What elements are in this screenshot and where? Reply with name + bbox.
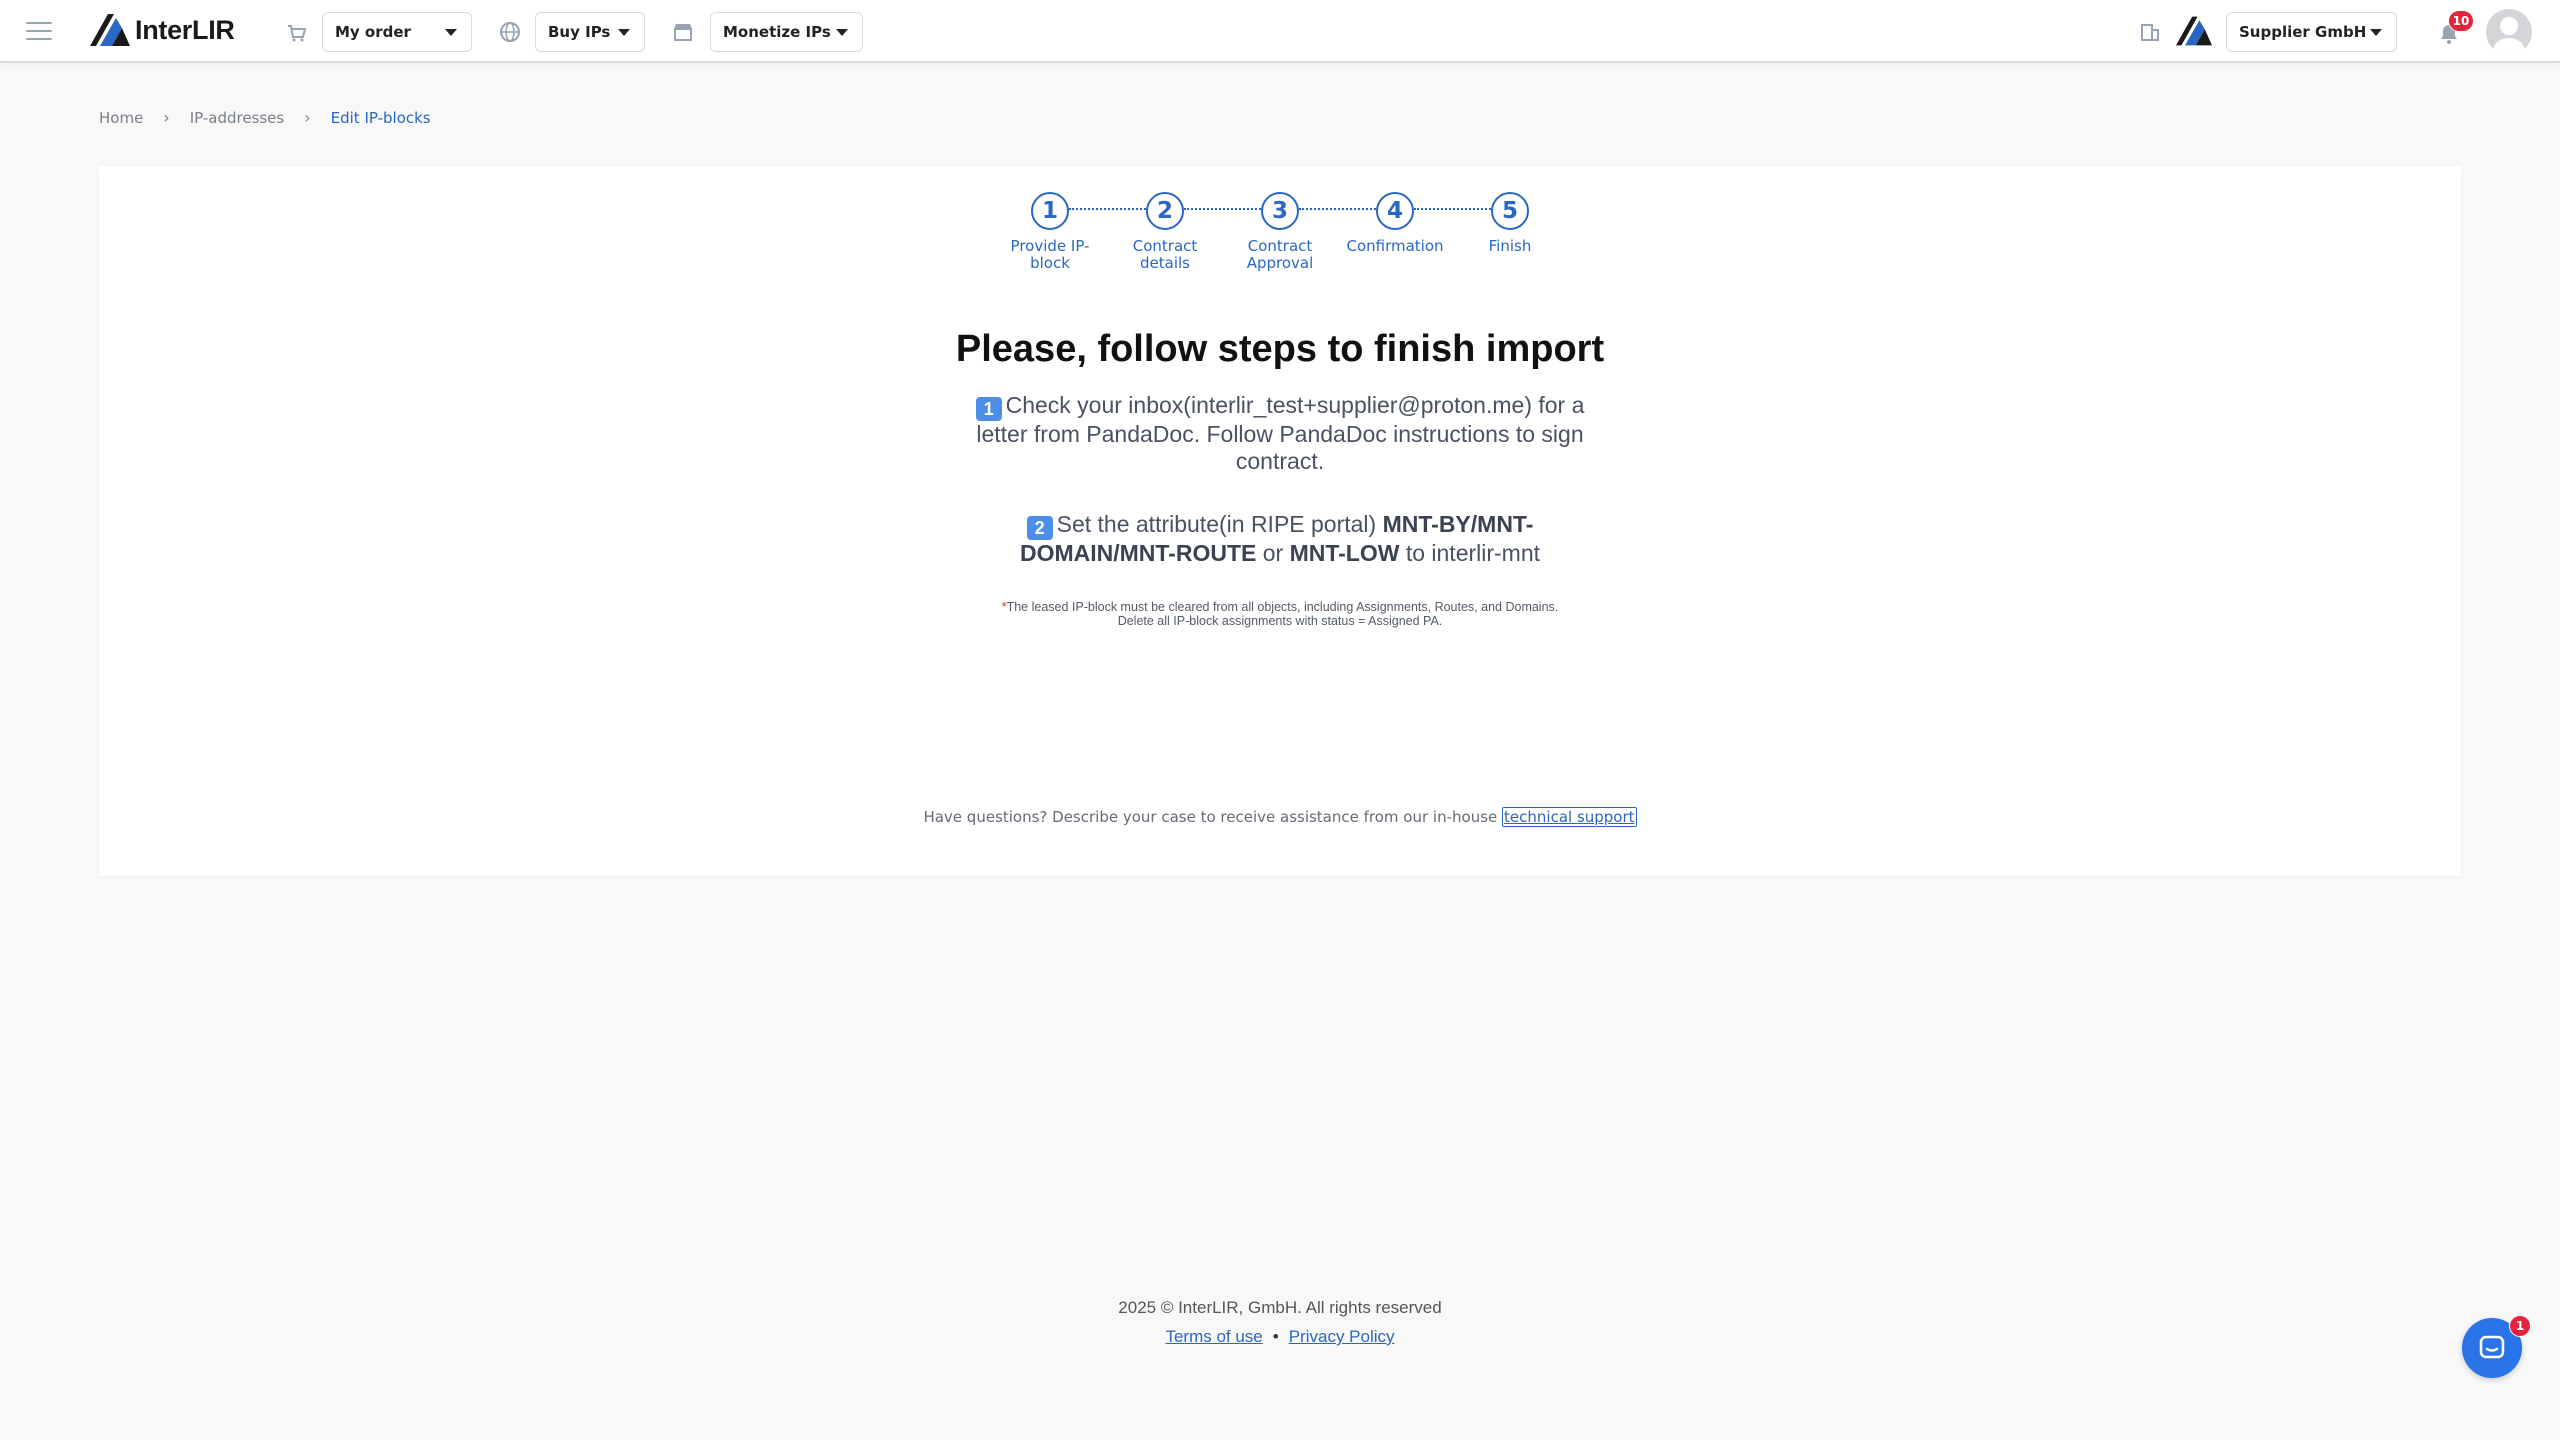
chevron-down-icon	[836, 29, 848, 36]
logo-icon	[90, 14, 130, 46]
menu-icon[interactable]	[26, 22, 52, 42]
help-text: Have questions? Describe your case to re…	[0, 807, 2560, 827]
my-order-dropdown[interactable]: My order	[322, 12, 472, 52]
cleanup-note: *The leased IP-block must be cleared fro…	[0, 600, 2560, 628]
globe-icon	[498, 20, 522, 44]
keycap-two-icon: 2	[1026, 516, 1053, 540]
step-number: 5	[1491, 192, 1529, 230]
store-icon	[671, 20, 695, 44]
note-line-2: Delete all IP-block assignments with sta…	[1117, 614, 1443, 628]
privacy-link[interactable]: Privacy Policy	[1289, 1327, 1395, 1346]
chat-icon	[2479, 1335, 2505, 1359]
keycap-one-icon: 1	[975, 397, 1002, 421]
chat-badge: 1	[2509, 1315, 2531, 1337]
step-number: 4	[1376, 192, 1414, 230]
company-label: Supplier GmbH	[2239, 23, 2367, 41]
step-label: Contract Approval	[1246, 237, 1314, 272]
step-2-post: to interlir-mnt	[1405, 540, 1541, 566]
step-number: 2	[1146, 192, 1184, 230]
notification-badge: 10	[2448, 10, 2474, 32]
breadcrumb-ip-addresses[interactable]: IP-addresses	[190, 109, 285, 127]
step-1-text: Check your inbox(interlir_test+supplier@…	[976, 392, 1585, 474]
breadcrumb-home[interactable]: Home	[99, 109, 143, 127]
monetize-ips-label: Monetize IPs	[723, 23, 831, 41]
buy-ips-label: Buy IPs	[548, 23, 611, 41]
step-label: Contract details	[1132, 237, 1198, 272]
technical-support-link[interactable]: technical support	[1502, 807, 1637, 827]
logo[interactable]: InterLIR	[90, 14, 235, 46]
footer-links: Terms of use • Privacy Policy	[0, 1327, 2560, 1347]
my-order-label: My order	[335, 23, 411, 41]
chevron-down-icon	[2370, 29, 2382, 36]
step-2-pre: Set the attribute(in RIPE portal)	[1056, 511, 1377, 537]
breadcrumb: Home › IP-addresses › Edit IP-blocks	[99, 108, 431, 127]
chevron-down-icon	[445, 29, 457, 36]
step-2: 2 Contract details	[1115, 192, 1215, 272]
help-prefix: Have questions? Describe your case to re…	[923, 808, 1498, 826]
buy-ips-dropdown[interactable]: Buy IPs	[535, 12, 645, 52]
avatar[interactable]	[2486, 9, 2532, 55]
step-number: 1	[1031, 192, 1069, 230]
mnt-low: MNT-LOW	[1289, 540, 1400, 566]
step-1: 1 Provide IP-block	[1000, 192, 1100, 272]
instruction-step-2: 2 Set the attribute(in RIPE portal) MNT-B…	[970, 511, 1590, 567]
chevron-right-icon: ›	[304, 108, 311, 127]
step-2-or: or	[1262, 540, 1284, 566]
company-dropdown[interactable]: Supplier GmbH	[2226, 12, 2397, 52]
cart-icon	[284, 20, 308, 44]
step-3: 3 Contract Approval	[1230, 192, 1330, 272]
monetize-ips-dropdown[interactable]: Monetize IPs	[710, 12, 863, 52]
logo-text: InterLIR	[135, 14, 235, 45]
footer-copyright: 2025 © InterLIR, GmbH. All rights reserv…	[1118, 1298, 1442, 1317]
footer-separator: •	[1272, 1327, 1279, 1346]
step-label: Provide IP-block	[1010, 237, 1090, 272]
instruction-step-1: 1 Check your inbox(interlir_test+supplier…	[970, 392, 1590, 475]
terms-link[interactable]: Terms of use	[1165, 1327, 1262, 1346]
step-number: 3	[1261, 192, 1299, 230]
chevron-down-icon	[618, 29, 630, 36]
step-4: 4 Confirmation	[1335, 192, 1455, 255]
chevron-right-icon: ›	[163, 108, 170, 127]
step-label: Finish	[1488, 237, 1532, 255]
company-logo-icon	[2176, 16, 2212, 46]
top-header: InterLIR My order Buy IPs Monetize IPs S…	[0, 0, 2560, 63]
step-label: Confirmation	[1346, 237, 1444, 255]
note-line-1: The leased IP-block must be cleared from…	[1006, 600, 1559, 614]
building-icon	[2138, 20, 2162, 44]
page-title: Please, follow steps to finish import	[955, 328, 1605, 370]
step-5: 5 Finish	[1460, 192, 1560, 255]
breadcrumb-current: Edit IP-blocks	[330, 108, 431, 127]
